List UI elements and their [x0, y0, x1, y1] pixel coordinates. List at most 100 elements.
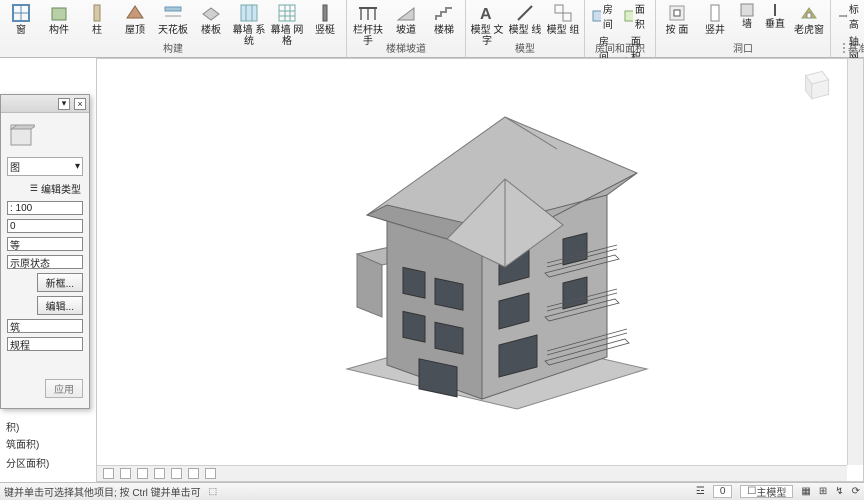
dormer-button[interactable]: 老虎窗 [792, 2, 826, 36]
window-icon [10, 2, 32, 24]
detail-value: 等 [10, 237, 20, 252]
stair-button[interactable]: 楼梯 [427, 2, 461, 36]
ribbon-group-model: A模型 文字 模型 线 模型 组 模型 [466, 0, 585, 57]
shadows-control[interactable] [171, 468, 182, 479]
wall-opening-button[interactable]: 墙 [736, 2, 758, 30]
original-field[interactable]: 示原状态 [7, 255, 83, 269]
main-area: ▾ × 图 ▾ ☰ 编辑类型 : 100 0 等 示原状态 新框... 编辑..… [0, 58, 864, 482]
floor-button[interactable]: 楼板 [194, 2, 228, 36]
group-icon [552, 2, 574, 24]
modelgroup-button[interactable]: 模型 组 [546, 2, 580, 36]
status-tool-3[interactable]: ↯ [835, 486, 843, 497]
ribbon-group-opening: 按 面 竖井 墙 垂直 老虎窗 洞口 [656, 0, 831, 57]
close-button[interactable]: × [74, 98, 86, 110]
component-label: 构件 [49, 25, 69, 36]
group-room-title: 房间和面积 [595, 40, 645, 57]
zoom-value[interactable]: 0 [713, 485, 733, 498]
model-mode-label: 主模型 [756, 484, 786, 499]
shaft-button[interactable]: 竖井 [698, 2, 732, 36]
ceiling-button[interactable]: 天花板 [156, 2, 190, 36]
modelline-label: 模型 线 [509, 25, 542, 36]
line-icon [514, 2, 536, 24]
component-icon [48, 2, 70, 24]
value-field-0[interactable]: 0 [7, 219, 83, 233]
status-text: 键并单击可选择其他项目; 按 Ctrl 键并单击可 [4, 484, 201, 499]
view3d-icon [7, 121, 35, 149]
group-opening-title: 洞口 [733, 40, 753, 57]
detail-control[interactable] [120, 468, 131, 479]
roof-label: 屋顶 [125, 25, 145, 36]
modeltext-button[interactable]: A模型 文字 [470, 2, 504, 47]
stair-icon [433, 2, 455, 24]
viewcube-icon[interactable] [795, 63, 837, 105]
curtain-grid-button[interactable]: 幕墙 网格 [270, 2, 304, 47]
level-icon [837, 9, 847, 23]
vertical-icon [767, 2, 783, 18]
room-button[interactable]: 房间 [589, 0, 619, 32]
curtain-system-label: 幕墙 系统 [232, 25, 266, 47]
scale-control[interactable] [103, 468, 114, 479]
building-model [307, 79, 707, 419]
vertical-scrollbar[interactable] [847, 59, 863, 465]
area-button[interactable]: 面积 [621, 0, 651, 32]
face-icon [666, 2, 688, 24]
view-control-bar [97, 465, 847, 481]
type-dropdown[interactable]: 图 ▾ [7, 157, 83, 176]
vertical-button[interactable]: 垂直 [762, 2, 788, 30]
visual-style-control[interactable] [137, 468, 148, 479]
status-tool-4[interactable]: ⟳ [852, 486, 860, 497]
window-label: 窗 [16, 25, 26, 36]
original-value: 示原状态 [10, 255, 50, 270]
svg-text:A: A [480, 6, 492, 23]
roof-button[interactable]: 屋顶 [118, 2, 152, 36]
model-mode-dropdown[interactable]: ☐ 主模型 [740, 485, 793, 498]
curtain-system-button[interactable]: 幕墙 系统 [232, 2, 266, 47]
scale-field[interactable]: : 100 [7, 201, 83, 215]
mullion-label: 竖梃 [315, 25, 335, 36]
level-button[interactable]: 标高 [835, 0, 864, 32]
edit-button[interactable]: 编辑... [37, 296, 83, 315]
viewport-3d[interactable] [96, 58, 864, 482]
column-button[interactable]: 柱 [80, 2, 114, 36]
group-build-title: 构建 [163, 40, 183, 57]
sunpath-control[interactable] [154, 468, 165, 479]
list-item[interactable]: 分区面积) [0, 454, 84, 471]
ceiling-icon [162, 2, 184, 24]
group-model-title: 模型 [515, 40, 535, 57]
scale-value: : 100 [10, 203, 32, 214]
pin-button[interactable]: ▾ [58, 98, 70, 110]
mullion-icon [314, 2, 336, 24]
apply-button[interactable]: 应用 [45, 379, 83, 398]
ramp-button[interactable]: 坡道 [389, 2, 423, 36]
railing-button[interactable]: 栏杆扶手 [351, 2, 385, 47]
text-icon: A [476, 2, 498, 24]
edit-type-label: 编辑类型 [41, 181, 81, 196]
curtain-system-icon [238, 2, 260, 24]
mullion-button[interactable]: 竖梃 [308, 2, 342, 36]
edit-type-button[interactable]: ☰ 编辑类型 [7, 180, 83, 197]
list-item[interactable]: 筑面积) [0, 435, 84, 452]
crop-control[interactable] [188, 468, 199, 479]
filter-icon[interactable]: ☲ [696, 486, 705, 497]
status-tool-2[interactable]: ⊞ [819, 486, 827, 497]
dormer-label: 老虎窗 [794, 25, 824, 36]
newframe-button[interactable]: 新框... [37, 273, 83, 292]
shaft-icon [704, 2, 726, 24]
rule-field[interactable]: 规程 [7, 337, 83, 351]
floor-label: 楼板 [201, 25, 221, 36]
status-tool-1[interactable]: ▦ [801, 486, 810, 497]
wall-icon [739, 2, 755, 18]
more-control[interactable] [205, 468, 216, 479]
group-datum-title: 基准 [848, 40, 864, 57]
detail-field[interactable]: 等 [7, 237, 83, 251]
modelline-button[interactable]: 模型 线 [508, 2, 542, 36]
byface-button[interactable]: 按 面 [660, 2, 694, 36]
value-0: 0 [10, 221, 16, 232]
window-button[interactable]: 窗 [4, 2, 38, 36]
list-item[interactable]: 积) [0, 418, 84, 435]
component-button[interactable]: 构件 [42, 2, 76, 36]
arch-field[interactable]: 筑 [7, 319, 83, 333]
column-label: 柱 [92, 25, 102, 36]
railing-icon [357, 2, 379, 24]
railing-label: 栏杆扶手 [351, 25, 385, 47]
